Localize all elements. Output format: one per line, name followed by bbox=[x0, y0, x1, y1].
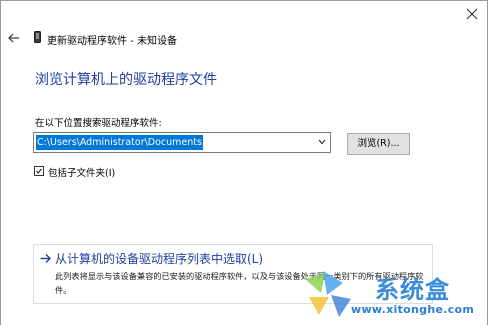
window-title: 更新驱动程序软件 - 未知设备 bbox=[47, 36, 177, 47]
watermark-site: www.xitonghe.com bbox=[351, 303, 475, 316]
browse-button[interactable]: 浏览(R)... bbox=[347, 133, 410, 155]
close-icon[interactable] bbox=[465, 7, 479, 21]
arrow-right-icon bbox=[40, 254, 51, 263]
update-driver-dialog: 更新驱动程序软件 - 未知设备 浏览计算机上的驱动程序文件 在以下位置搜索驱动程… bbox=[0, 0, 488, 325]
device-icon bbox=[34, 31, 41, 43]
search-location-label: 在以下位置搜索驱动程序软件: bbox=[35, 118, 162, 129]
pick-from-list-title[interactable]: 从计算机的设备驱动程序列表中选取(L) bbox=[55, 250, 263, 267]
chevron-down-icon[interactable] bbox=[318, 139, 326, 145]
include-subfolders-checkbox[interactable] bbox=[34, 166, 44, 176]
path-input-value[interactable]: C:\Users\Administrator\Documents bbox=[36, 135, 203, 150]
page-heading: 浏览计算机上的驱动程序文件 bbox=[35, 72, 217, 88]
include-subfolders-label[interactable]: 包括子文件夹(I) bbox=[48, 165, 115, 179]
pick-from-list-option[interactable]: 从计算机的设备驱动程序列表中选取(L) 此列表将显示与该设备兼容的已安装的驱动程… bbox=[33, 244, 433, 304]
back-arrow-icon[interactable] bbox=[8, 32, 20, 44]
path-combobox[interactable]: C:\Users\Administrator\Documents bbox=[33, 132, 331, 153]
pick-from-list-description: 此列表将显示与该设备兼容的已安装的驱动程序软件，以及与该设备处于同一类别下的所有… bbox=[55, 271, 424, 295]
